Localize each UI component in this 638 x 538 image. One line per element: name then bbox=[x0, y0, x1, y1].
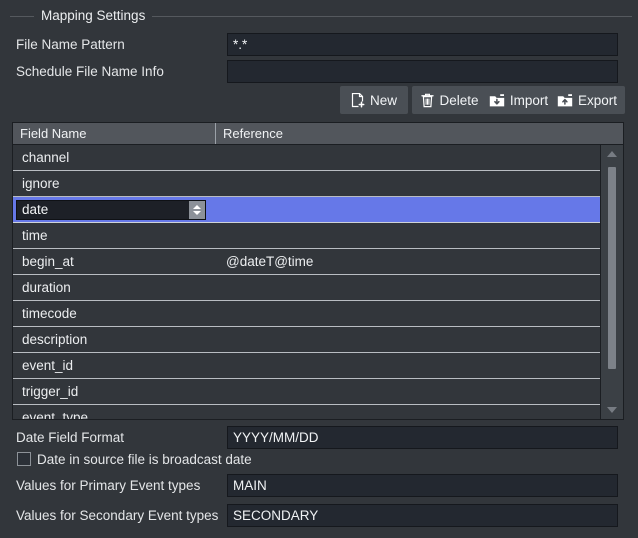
secondary-event-types-label: Values for Secondary Event types bbox=[16, 508, 218, 523]
table-header-row: Field Name Reference bbox=[13, 123, 623, 145]
spinner-updown-icon[interactable] bbox=[189, 201, 205, 219]
folder-import-icon bbox=[489, 93, 505, 108]
groupbox-left-rule bbox=[10, 16, 34, 17]
file-name-pattern-input[interactable] bbox=[227, 33, 618, 56]
broadcast-date-checkbox[interactable] bbox=[17, 452, 31, 466]
page-title: Mapping Settings bbox=[34, 8, 152, 24]
new-button[interactable]: New bbox=[340, 86, 408, 114]
field-mapping-table: Field Name Reference channelignore date ti… bbox=[12, 122, 624, 420]
secondary-event-types-input[interactable] bbox=[227, 504, 618, 527]
table-row[interactable]: time bbox=[13, 223, 600, 249]
column-header-field-name[interactable]: Field Name bbox=[13, 123, 216, 144]
groupbox-legend: Mapping Settings bbox=[0, 8, 638, 24]
table-row[interactable]: date bbox=[13, 197, 600, 223]
table-vertical-scrollbar[interactable] bbox=[600, 145, 623, 419]
mapping-settings-groupbox: Mapping Settings File Name Pattern Sched… bbox=[0, 0, 638, 538]
export-button-label: Export bbox=[578, 93, 617, 108]
field-name-cell[interactable]: event_id bbox=[13, 353, 216, 378]
table-row[interactable]: channel bbox=[13, 145, 600, 171]
field-name-cell[interactable]: channel bbox=[13, 145, 216, 170]
field-name-cell-editing[interactable]: date bbox=[13, 200, 216, 220]
delete-button-label: Delete bbox=[439, 93, 478, 108]
field-name-cell[interactable]: time bbox=[13, 223, 216, 248]
table-row[interactable]: timecode bbox=[13, 301, 600, 327]
folder-export-icon bbox=[557, 93, 573, 108]
groupbox-right-rule bbox=[152, 16, 632, 17]
new-button-label: New bbox=[370, 93, 397, 108]
column-header-reference[interactable]: Reference bbox=[216, 123, 623, 144]
table-row[interactable]: ignore bbox=[13, 171, 600, 197]
field-name-cell[interactable]: event_type bbox=[13, 405, 216, 419]
field-name-cell[interactable]: begin_at bbox=[13, 249, 216, 274]
table-row[interactable]: event_id bbox=[13, 353, 600, 379]
schedule-file-name-info-label: Schedule File Name Info bbox=[16, 64, 164, 79]
date-field-format-label: Date Field Format bbox=[16, 430, 124, 445]
field-name-combobox[interactable]: date bbox=[16, 200, 206, 220]
primary-event-types-label: Values for Primary Event types bbox=[16, 478, 200, 493]
table-row[interactable]: duration bbox=[13, 275, 600, 301]
table-row[interactable]: trigger_id bbox=[13, 379, 600, 405]
field-name-combobox-value: date bbox=[17, 201, 189, 219]
table-row[interactable]: event_type bbox=[13, 405, 600, 419]
trash-icon bbox=[421, 93, 434, 108]
reference-cell[interactable]: @dateT@time bbox=[216, 249, 600, 274]
broadcast-date-checkbox-label[interactable]: Date in source file is broadcast date bbox=[37, 452, 252, 467]
field-name-cell[interactable]: duration bbox=[13, 275, 216, 300]
import-button[interactable]: Import bbox=[480, 86, 557, 114]
import-button-label: Import bbox=[510, 93, 548, 108]
export-button[interactable]: Export bbox=[549, 86, 625, 114]
field-name-cell[interactable]: ignore bbox=[13, 171, 216, 196]
new-page-icon bbox=[351, 93, 365, 108]
field-name-cell[interactable]: trigger_id bbox=[13, 379, 216, 404]
delete-button[interactable]: Delete bbox=[412, 86, 488, 114]
scroll-down-arrow-icon[interactable] bbox=[601, 401, 623, 419]
scrollbar-thumb[interactable] bbox=[608, 167, 616, 369]
field-name-cell[interactable]: timecode bbox=[13, 301, 216, 326]
schedule-file-name-info-input[interactable] bbox=[227, 60, 618, 83]
field-name-cell[interactable]: description bbox=[13, 327, 216, 352]
table-row[interactable]: description bbox=[13, 327, 600, 353]
file-name-pattern-label: File Name Pattern bbox=[16, 37, 125, 52]
table-body: channelignore date timebegin_at@dateT@time… bbox=[13, 145, 600, 419]
date-field-format-input[interactable] bbox=[227, 426, 618, 449]
primary-event-types-input[interactable] bbox=[227, 474, 618, 497]
table-row[interactable]: begin_at@dateT@time bbox=[13, 249, 600, 275]
scroll-up-arrow-icon[interactable] bbox=[601, 145, 623, 163]
